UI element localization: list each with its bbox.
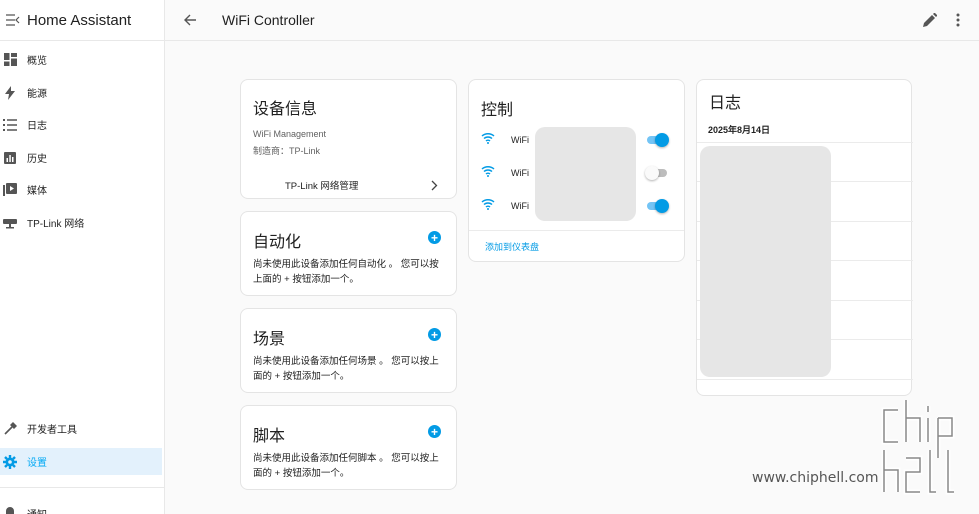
automation-desc-line2: 上面的 + 按钮添加一个。 bbox=[253, 274, 359, 285]
logbook-title: 日志 bbox=[709, 95, 742, 112]
back-arrow-icon[interactable] bbox=[182, 12, 198, 28]
app-title: Home Assistant bbox=[27, 11, 132, 29]
list-icon bbox=[3, 118, 17, 132]
bell-icon bbox=[3, 507, 17, 514]
automation-title: 自动化 bbox=[253, 234, 302, 251]
card-divider bbox=[469, 230, 684, 231]
sidebar-item-label: 媒体 bbox=[27, 186, 47, 197]
redacted-region bbox=[535, 127, 636, 221]
log-entry-divider bbox=[697, 142, 913, 143]
sidebar-item-label: 开发者工具 bbox=[27, 425, 77, 436]
script-desc-line2: 面的 + 按钮添加一个。 bbox=[253, 468, 350, 479]
sidebar-item-notifications[interactable]: 通知 bbox=[0, 500, 162, 514]
more-vert-icon[interactable] bbox=[955, 13, 961, 27]
device-manufacturer: 制造商：TP-Link bbox=[253, 146, 321, 156]
pencil-icon[interactable] bbox=[923, 12, 938, 27]
controls-card: 控制 WiFi WiFi WiFi 添加到仪表盘 bbox=[468, 79, 685, 262]
control-label: WiFi bbox=[511, 168, 529, 178]
sidebar-item-media[interactable]: 媒体 bbox=[0, 176, 162, 203]
sidebar-item-label: TP-Link 网络 bbox=[27, 219, 85, 230]
logbook-date: 2025年8月14日 bbox=[708, 125, 771, 135]
scene-desc-line1: 尚未使用此设备添加任何场景 。 您可以按上 bbox=[253, 356, 439, 367]
tplink-network-link[interactable]: TP-Link 网络管理 bbox=[241, 173, 456, 195]
script-card: 脚本 + 尚未使用此设备添加任何脚本 。 您可以按上 面的 + 按钮添加一个。 bbox=[240, 405, 457, 490]
dashboard-icon bbox=[3, 53, 17, 67]
plus-icon: + bbox=[430, 327, 438, 342]
control-row-wifi-3: WiFi bbox=[481, 197, 529, 215]
sidebar-item-history[interactable]: 历史 bbox=[0, 144, 162, 171]
wifi-icon bbox=[481, 131, 495, 149]
add-to-dashboard-button[interactable]: 添加到仪表盘 bbox=[485, 240, 539, 253]
sidebar-item-logbook[interactable]: 日志 bbox=[0, 111, 162, 138]
tplink-network-link-label: TP-Link 网络管理 bbox=[285, 181, 359, 192]
chart-icon bbox=[3, 151, 17, 165]
automation-desc-line1: 尚未使用此设备添加任何自动化 。 您可以按 bbox=[253, 259, 439, 270]
wifi-3-toggle[interactable] bbox=[645, 199, 669, 213]
scene-desc-line2: 面的 + 按钮添加一个。 bbox=[253, 371, 350, 382]
media-icon bbox=[3, 183, 17, 197]
sidebar-item-label: 能源 bbox=[27, 89, 47, 100]
logbook-card: 日志 2025年8月14日 bbox=[696, 79, 913, 396]
sidebar-item-label: 历史 bbox=[27, 154, 47, 165]
control-row-wifi-1: WiFi bbox=[481, 131, 529, 149]
chevron-right-icon bbox=[431, 178, 438, 196]
sidebar-item-tplink[interactable]: TP-Link 网络 bbox=[0, 209, 162, 236]
wifi-icon bbox=[481, 197, 495, 215]
script-title: 脚本 bbox=[253, 428, 286, 445]
redacted-region bbox=[700, 146, 831, 377]
lightning-icon bbox=[3, 85, 17, 100]
sidebar-item-label: 概览 bbox=[27, 56, 47, 67]
sidebar-item-overview[interactable]: 概览 bbox=[0, 46, 162, 73]
watermark-text: www.chiphell.com bbox=[752, 470, 879, 486]
wifi-icon bbox=[481, 164, 495, 182]
wifi-1-toggle[interactable] bbox=[645, 133, 669, 147]
page-title: WiFi Controller bbox=[222, 12, 315, 28]
sidebar: Home Assistant 概览 能源 日志 历史 媒体 TP-Link 网络… bbox=[0, 0, 165, 514]
sidebar-item-developer-tools[interactable]: 开发者工具 bbox=[0, 415, 162, 442]
sidebar-item-label: 日志 bbox=[27, 121, 47, 132]
plus-icon: + bbox=[430, 424, 438, 439]
log-entry-divider bbox=[697, 379, 913, 380]
scene-title: 场景 bbox=[253, 331, 286, 348]
control-row-wifi-2: WiFi bbox=[481, 164, 529, 182]
hammer-icon bbox=[3, 422, 17, 436]
sidebar-header: Home Assistant bbox=[0, 0, 164, 41]
sidebar-item-label: 通知 bbox=[27, 506, 47, 514]
scene-card: 场景 + 尚未使用此设备添加任何场景 。 您可以按上 面的 + 按钮添加一个。 bbox=[240, 308, 457, 393]
sidebar-item-energy[interactable]: 能源 bbox=[0, 79, 162, 106]
add-script-button[interactable]: + bbox=[428, 425, 441, 438]
controls-title: 控制 bbox=[481, 102, 514, 119]
script-desc-line1: 尚未使用此设备添加任何脚本 。 您可以按上 bbox=[253, 453, 439, 464]
device-model: WiFi Management bbox=[253, 129, 327, 139]
sidebar-divider bbox=[0, 487, 165, 488]
router-icon bbox=[3, 216, 17, 230]
wifi-2-toggle[interactable] bbox=[645, 166, 669, 180]
add-scene-button[interactable]: + bbox=[428, 328, 441, 341]
device-info-card: 设备信息 WiFi Management 制造商：TP-Link TP-Link… bbox=[240, 79, 457, 199]
menu-collapse-icon[interactable] bbox=[3, 14, 23, 26]
top-bar: WiFi Controller bbox=[165, 0, 979, 41]
chiphell-logo bbox=[878, 398, 968, 503]
sidebar-item-label: 设置 bbox=[27, 458, 47, 469]
control-label: WiFi bbox=[511, 135, 529, 145]
device-info-title: 设备信息 bbox=[253, 101, 318, 118]
sidebar-item-settings[interactable]: 设置 bbox=[0, 448, 162, 475]
automation-card: 自动化 + 尚未使用此设备添加任何自动化 。 您可以按 上面的 + 按钮添加一个… bbox=[240, 211, 457, 296]
plus-icon: + bbox=[430, 230, 438, 245]
control-label: WiFi bbox=[511, 201, 529, 211]
add-automation-button[interactable]: + bbox=[428, 231, 441, 244]
gear-icon bbox=[3, 454, 17, 469]
